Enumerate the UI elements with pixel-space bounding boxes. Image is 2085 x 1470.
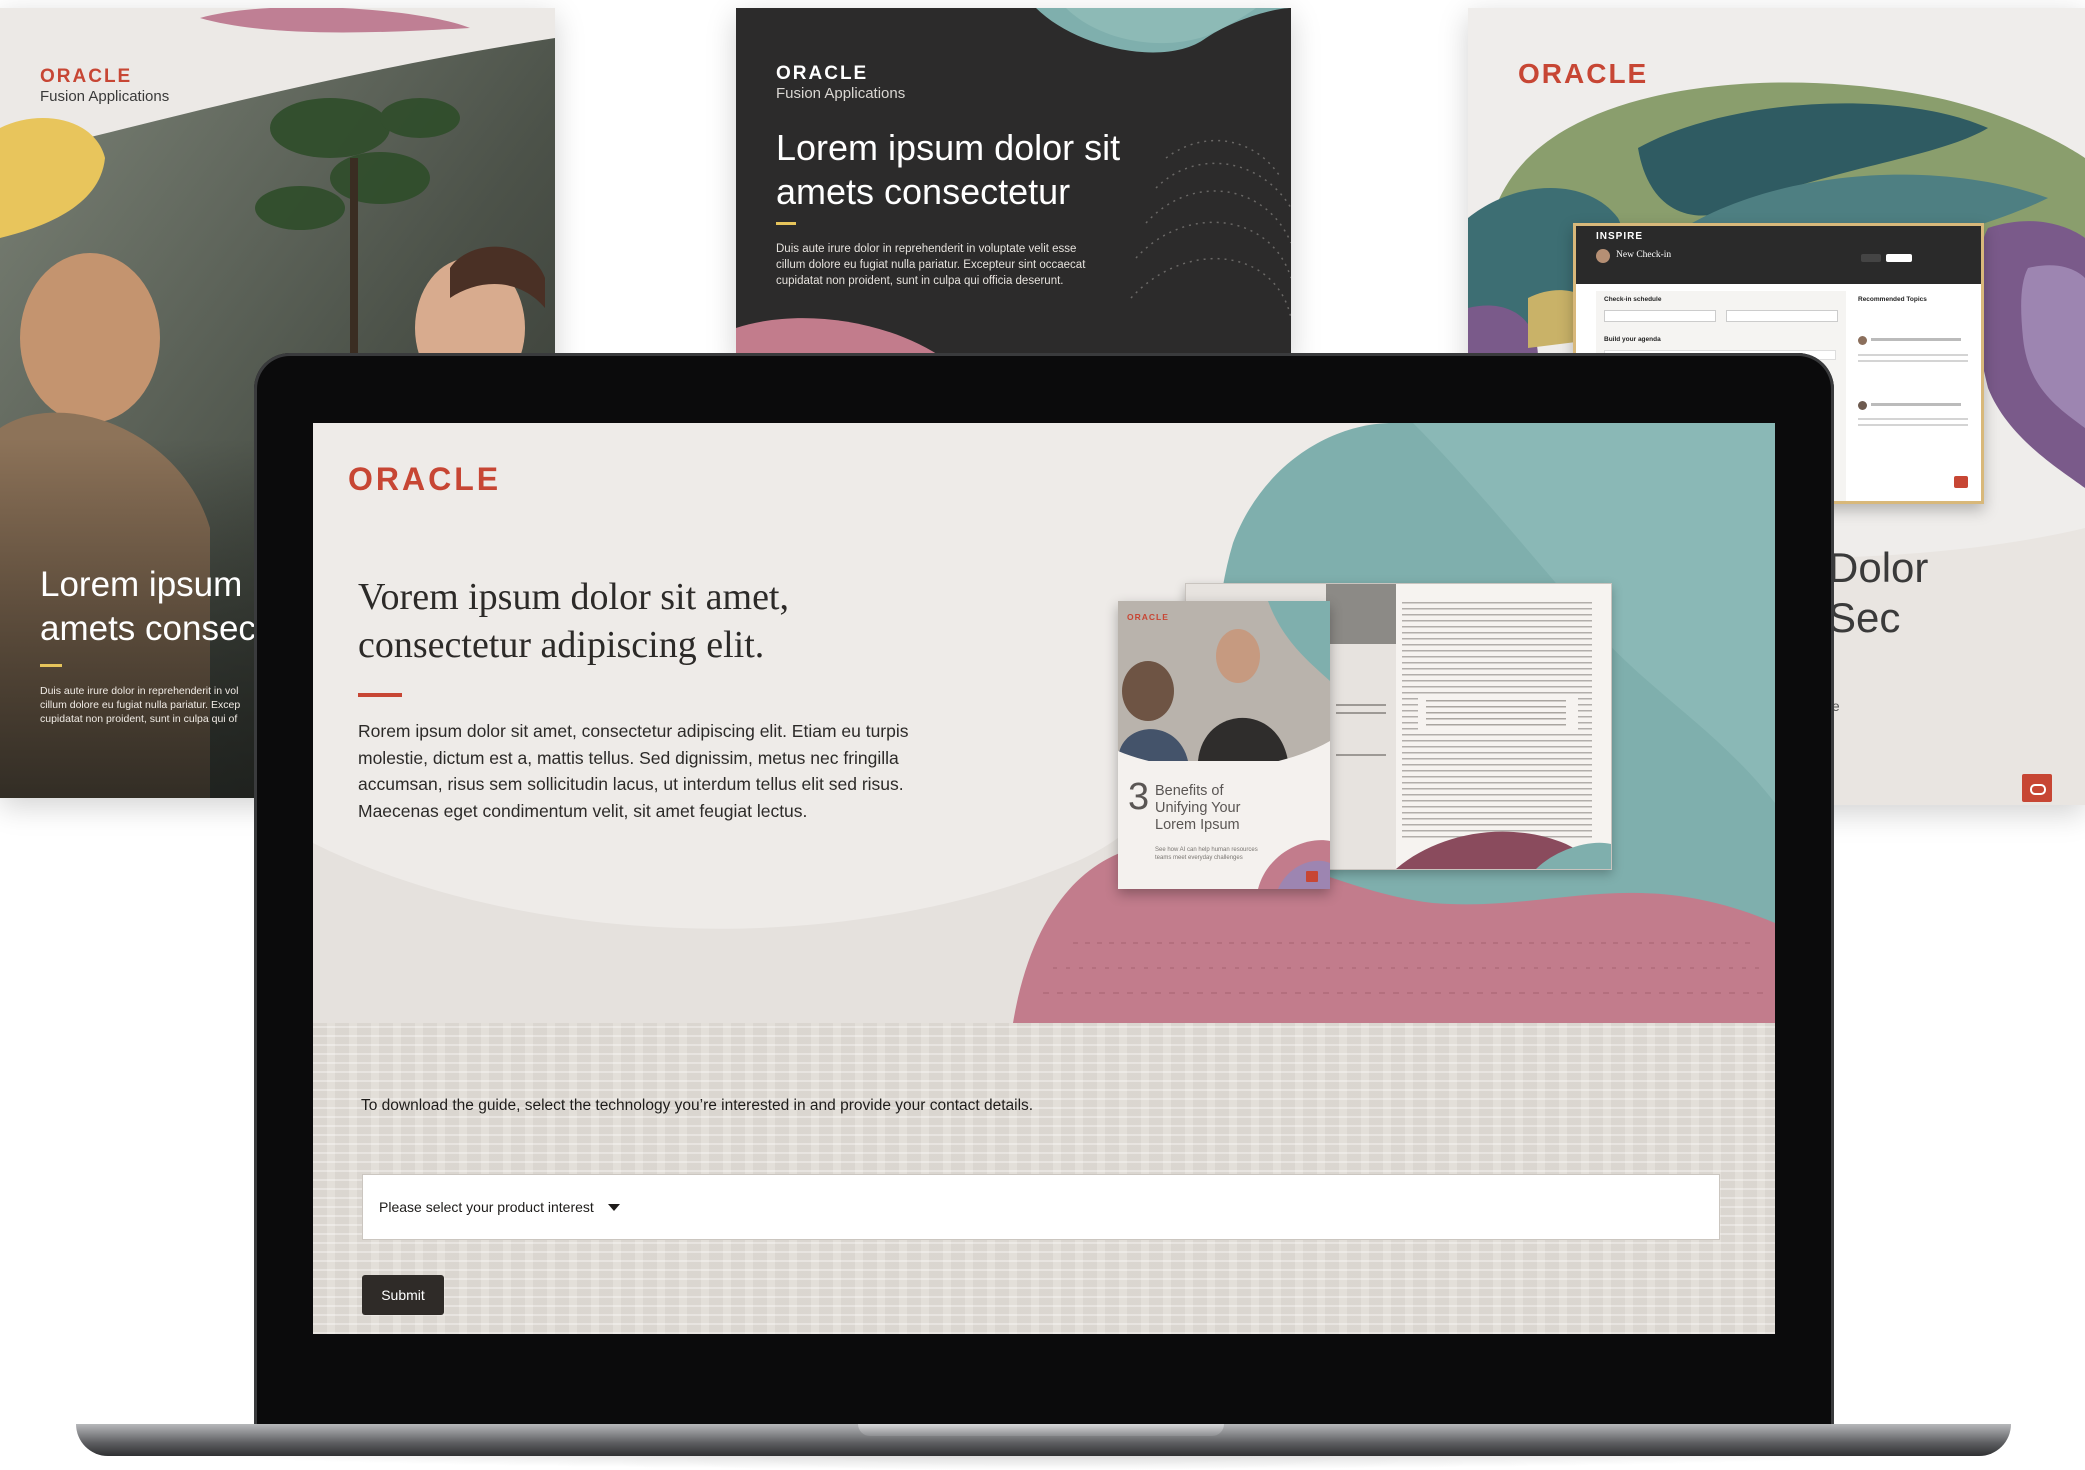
section-title: Build your agenda — [1604, 336, 1661, 343]
panel-title: Recommended Topics — [1858, 296, 1927, 303]
oracle-logo: ORACLE — [1518, 58, 1649, 89]
placeholder-line — [1858, 418, 1968, 420]
booklet-title: Benefits of Unifying Your Lorem Ipsum — [1155, 783, 1240, 834]
avatar — [1858, 336, 1867, 345]
section-title: Check-in schedule — [1604, 296, 1662, 303]
form-instructions: To download the guide, select the techno… — [361, 1097, 1034, 1114]
page-title: Vorem ipsum dolor sit amet, consectetur … — [358, 576, 789, 666]
photo-thumbnail — [1326, 584, 1396, 644]
placeholder-line — [1871, 338, 1961, 341]
brochure-headline: Dolor Sec — [1828, 543, 1928, 643]
oracle-o-icon — [1306, 871, 1318, 882]
caret-down-icon — [607, 1203, 620, 1211]
hero-section: ORACLE Vorem ipsum dolor sit amet, conse… — [313, 423, 1775, 1023]
brochure-body-line: cupidatat non proident, sunt in culpa qu… — [40, 713, 238, 725]
brochure-body-line: cupidatat non proident, sunt in culpa qu… — [776, 275, 1064, 287]
brochure-headline: Lorem ipsum amets consec — [40, 563, 256, 651]
brochure-headline-line: Dolor — [1828, 544, 1929, 591]
placeholder-line — [1858, 354, 1968, 356]
chat-icon — [1954, 476, 1968, 488]
booklet-tagline-line: See how AI can help human resources — [1155, 847, 1258, 853]
booklet-tagline: See how AI can help human resources team… — [1155, 846, 1258, 862]
booklet-title-line: Unifying Your — [1155, 800, 1241, 816]
brochure-headline-line: Lorem ipsum dolor sit — [776, 127, 1121, 168]
oracle-logo: ORACLE — [40, 66, 133, 87]
oracle-logo: ORACLE — [348, 461, 502, 497]
placeholder-line — [1336, 754, 1386, 756]
app-brand: INSPIRE — [1596, 231, 1644, 242]
brochure-headline-line: Sec — [1828, 594, 1901, 641]
save-button — [1886, 254, 1912, 262]
brochure-body: Duis aute irure dolor in reprehenderit i… — [40, 684, 240, 726]
oracle-logo: ORACLE — [776, 63, 869, 84]
laptop-notch — [858, 1424, 1224, 1436]
brochure-headline-line: amets consectetur — [776, 171, 1071, 212]
booklet-logo: ORACLE — [1127, 612, 1169, 622]
booklet-title-line: Benefits of — [1155, 783, 1224, 799]
select-placeholder: Please select your product interest — [379, 1199, 594, 1215]
booklet-number: 3 — [1128, 776, 1150, 818]
brochure-subtitle: Fusion Applications — [776, 85, 906, 102]
booklet-page-art — [1396, 831, 1611, 869]
booklet-title-line: Lorem Ipsum — [1155, 817, 1240, 833]
brochure-body-line: Duis aute irure dolor in reprehenderit i… — [776, 243, 1077, 255]
brochure-headline: Lorem ipsum dolor sit amets consectetur — [776, 126, 1120, 214]
avatar — [1596, 249, 1610, 263]
date-field — [1604, 310, 1716, 322]
brochure-headline-line: amets consec — [40, 609, 256, 648]
booklet-tagline-line: teams meet everyday challenges — [1155, 855, 1243, 861]
download-form: To download the guide, select the techno… — [313, 1023, 1775, 1334]
oracle-o-icon — [2022, 774, 2052, 802]
time-field — [1726, 310, 1838, 322]
placeholder-line — [1336, 712, 1386, 714]
product-interest-select[interactable]: Please select your product interest — [362, 1174, 1720, 1240]
app-title: New Check-in — [1616, 250, 1672, 260]
brochure-body-line: Duis aute irure dolor in reprehenderit i… — [40, 685, 239, 697]
avatar — [1858, 401, 1867, 410]
placeholder-line — [1858, 424, 1968, 426]
submit-button[interactable]: Submit — [362, 1275, 444, 1315]
cancel-button — [1861, 254, 1881, 262]
laptop-screen: ORACLE Vorem ipsum dolor sit amet, conse… — [313, 423, 1775, 1334]
brochure-headline-line: Lorem ipsum — [40, 565, 243, 604]
accent-rule — [40, 664, 62, 667]
brochure-body-line: cillum dolore eu fugiat nulla pariatur. … — [40, 699, 241, 711]
placeholder-line — [1336, 704, 1386, 706]
placeholder-line — [1871, 403, 1961, 406]
brochure-subtitle: Fusion Applications — [40, 88, 170, 105]
accent-rule — [358, 693, 402, 697]
brochure-card-dark: ORACLE Fusion Applications Lorem ipsum d… — [736, 8, 1291, 360]
intro-paragraph: Rorem ipsum dolor sit amet, consectetur … — [358, 721, 909, 821]
brochure-body-line: cillum dolore eu fugiat nulla pariatur. … — [776, 259, 1086, 271]
recommended-panel — [1851, 291, 1976, 501]
pull-quote-lines — [1426, 700, 1566, 726]
placeholder-line — [1858, 360, 1968, 362]
booklet-cover: ORACLE 3 Benefits of Unifying Your Lorem… — [1118, 601, 1330, 889]
accent-rule — [776, 222, 796, 225]
brochure-body: Duis aute irure dolor in reprehenderit i… — [776, 241, 1085, 289]
